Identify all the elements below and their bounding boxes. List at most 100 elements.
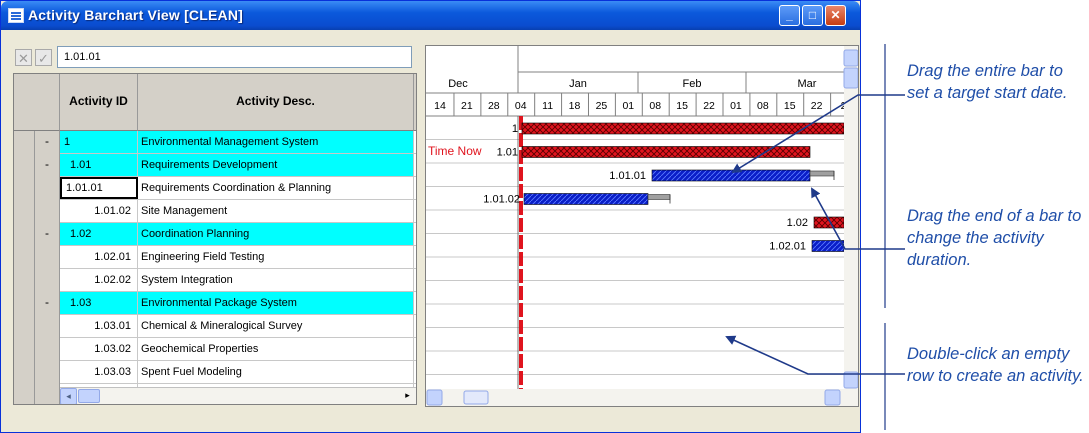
activity-id-cell[interactable]: 1.02.02 xyxy=(60,269,138,291)
row-selector[interactable] xyxy=(14,361,35,384)
activity-desc-cell[interactable]: Environmental Management System xyxy=(138,131,414,153)
table-row[interactable]: 1.01.01 Requirements Coordination & Plann… xyxy=(14,177,416,200)
row-indent xyxy=(35,177,60,200)
horizontal-scroll-thumb[interactable] xyxy=(463,390,489,405)
activity-desc-cell[interactable]: Spent Fuel Modeling xyxy=(138,361,414,383)
summary-bar[interactable] xyxy=(813,216,845,229)
vertical-scroll-thumb[interactable] xyxy=(843,67,858,89)
week-tick-label: 15 xyxy=(784,100,796,112)
activity-desc-cell[interactable]: System Integration xyxy=(138,269,414,291)
table-row[interactable]: -1.01 Requirements Development xyxy=(14,154,416,177)
minimize-button[interactable]: _ xyxy=(779,5,800,26)
activity-id-cell[interactable]: 1 xyxy=(60,131,138,153)
week-tick-label: 08 xyxy=(649,100,661,112)
gantt-svg: Dec Jan Feb Mar 14 21 28 04 11 18 25 01 08 15 22 01 08 15… xyxy=(426,46,858,406)
gantt-scroll-right-button[interactable] xyxy=(824,389,841,406)
collapse-toggle[interactable]: - xyxy=(35,131,60,154)
table-row[interactable]: 1.02.02 System Integration xyxy=(14,269,416,292)
table-row[interactable]: 1.01.02 Site Management xyxy=(14,200,416,223)
activity-id-cell[interactable]: 1.01 xyxy=(60,154,138,176)
row-selector[interactable] xyxy=(14,223,35,246)
month-label-1: Dec xyxy=(448,78,468,90)
grid-corner-header xyxy=(14,74,60,131)
week-tick-label: 14 xyxy=(434,100,446,112)
activity-id-header[interactable]: Activity ID xyxy=(60,74,138,131)
scroll-up-button[interactable] xyxy=(843,49,858,67)
activity-id-cell[interactable]: 1.02 xyxy=(60,223,138,245)
week-tick-label: 01 xyxy=(730,100,742,112)
activity-bar[interactable] xyxy=(811,240,845,252)
window-title: Activity Barchart View [CLEAN] xyxy=(28,7,244,23)
summary-bar[interactable] xyxy=(521,146,811,158)
scroll-thumb[interactable] xyxy=(78,389,100,403)
scroll-down-button[interactable] xyxy=(843,371,858,389)
activity-bar[interactable] xyxy=(523,193,649,205)
activity-desc-cell[interactable]: Requirements Coordination & Planning xyxy=(138,177,414,199)
cell-edit-input[interactable]: 1.01.01 xyxy=(57,46,412,68)
activity-bar[interactable] xyxy=(651,169,811,182)
maximize-button[interactable]: □ xyxy=(802,5,823,26)
table-row[interactable]: -1 Environmental Management System xyxy=(14,131,416,154)
row-selector[interactable] xyxy=(14,154,35,177)
activity-id-cell[interactable]: 1.02.01 xyxy=(60,246,138,268)
row-selector[interactable] xyxy=(14,246,35,269)
row-selector[interactable] xyxy=(14,292,35,315)
table-row[interactable]: 1.02.01 Engineering Field Testing xyxy=(14,246,416,269)
collapse-toggle[interactable]: - xyxy=(35,223,60,246)
row-selector[interactable] xyxy=(14,338,35,361)
activity-desc-cell[interactable]: Requirements Development xyxy=(138,154,414,176)
bar-label: 1.02 xyxy=(787,217,808,229)
activity-desc-cell[interactable]: Environmental Package System xyxy=(138,292,414,314)
gantt-scroll-left-button[interactable] xyxy=(426,389,443,406)
table-row[interactable]: -1.03 Environmental Package System xyxy=(14,292,416,315)
cancel-edit-button[interactable]: ✕ xyxy=(15,49,32,66)
row-selector[interactable] xyxy=(14,384,35,404)
activity-id-cell[interactable]: 1.03.02 xyxy=(60,338,138,360)
collapse-toggle[interactable]: - xyxy=(35,292,60,315)
activity-desc-cell[interactable]: Site Management xyxy=(138,200,414,222)
activity-barchart-window: Activity Barchart View [CLEAN] _ □ ✕ ✕ ✓… xyxy=(0,0,861,433)
close-button[interactable]: ✕ xyxy=(825,5,846,26)
row-indent xyxy=(35,200,60,223)
grid-horizontal-scrollbar[interactable]: ◂ ▸ xyxy=(60,387,416,404)
bar-label: 1.01 xyxy=(497,147,518,159)
table-row[interactable]: -1.02 Coordination Planning xyxy=(14,223,416,246)
table-row[interactable]: 1.03.03 Spent Fuel Modeling xyxy=(14,361,416,384)
week-tick-label: 25 xyxy=(596,100,608,112)
week-tick-label: 11 xyxy=(542,100,553,112)
activity-desc-cell[interactable]: Coordination Planning xyxy=(138,223,414,245)
bar-label: 1.01.02 xyxy=(483,194,520,206)
activity-id-cell[interactable]: 1.03.01 xyxy=(60,315,138,337)
activity-desc-cell[interactable]: Geochemical Properties xyxy=(138,338,414,360)
activity-desc-cell[interactable]: Chemical & Mineralogical Survey xyxy=(138,315,414,337)
row-selector[interactable] xyxy=(14,269,35,292)
summary-bar[interactable] xyxy=(521,122,845,135)
activity-desc-header[interactable]: Activity Desc. xyxy=(138,74,414,131)
formula-bar: ✕ ✓ 1.01.01 xyxy=(15,46,412,71)
table-row[interactable]: 1.03.01 Chemical & Mineralogical Survey xyxy=(14,315,416,338)
scroll-right-button[interactable]: ▸ xyxy=(399,388,416,404)
collapse-toggle[interactable]: - xyxy=(35,154,60,177)
activity-id-cell[interactable]: 1.03.03 xyxy=(60,361,138,383)
activity-id-cell[interactable]: 1.01.01 xyxy=(60,177,138,199)
accept-edit-button[interactable]: ✓ xyxy=(35,49,52,66)
activity-desc-cell[interactable]: Engineering Field Testing xyxy=(138,246,414,268)
row-indent xyxy=(35,338,60,361)
gantt-horizontal-scrollbar[interactable] xyxy=(426,389,858,406)
row-indent xyxy=(35,269,60,292)
activity-id-cell[interactable]: 1.03 xyxy=(60,292,138,314)
title-bar[interactable]: Activity Barchart View [CLEAN] _ □ ✕ xyxy=(1,1,860,30)
table-row[interactable]: 1.03.02 Geochemical Properties xyxy=(14,338,416,361)
gantt-chart-pane[interactable]: Dec Jan Feb Mar 14 21 28 04 11 18 25 01 08 15 22 01 08 15… xyxy=(425,45,859,407)
scroll-left-button[interactable]: ◂ xyxy=(60,388,77,404)
week-tick-label: 15 xyxy=(676,100,688,112)
activity-id-cell[interactable]: 1.01.02 xyxy=(60,200,138,222)
row-selector[interactable] xyxy=(14,131,35,154)
gantt-vertical-scrollbar[interactable] xyxy=(844,46,858,389)
activity-grid: Activity ID Activity Desc. -1 Environment… xyxy=(13,73,417,405)
row-selector[interactable] xyxy=(14,315,35,338)
week-tick-label: 04 xyxy=(515,100,527,112)
row-selector[interactable] xyxy=(14,177,35,200)
row-selector[interactable] xyxy=(14,200,35,223)
bar-label: 1.02.01 xyxy=(769,241,806,253)
